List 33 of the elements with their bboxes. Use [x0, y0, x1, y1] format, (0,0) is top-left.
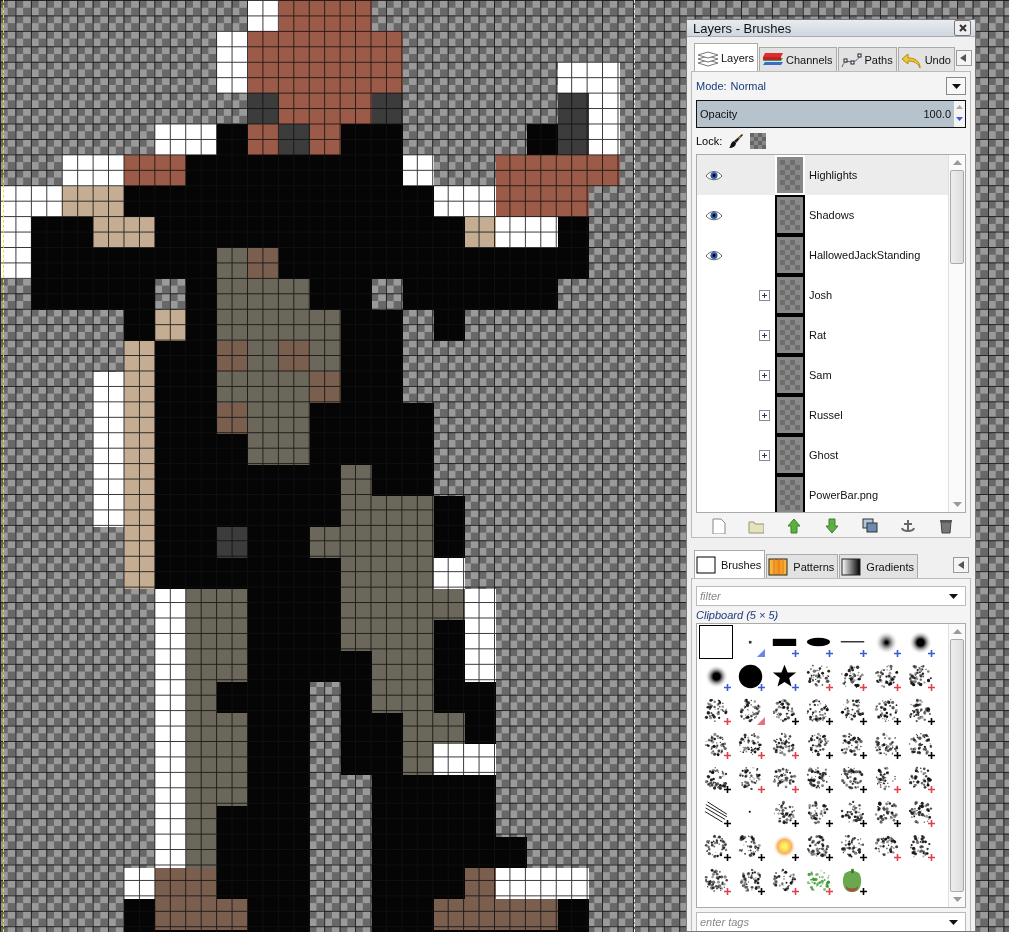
tab[interactable]: Patterns	[766, 554, 839, 578]
lock-label: Lock:	[696, 135, 723, 147]
layer-name: Sam	[809, 369, 832, 381]
layer-row[interactable]: Rat	[697, 315, 948, 355]
tab[interactable]: Paths	[837, 47, 897, 71]
layer-row[interactable]: Ghost	[697, 435, 948, 475]
layer-row[interactable]: Shadows	[697, 195, 948, 235]
opacity-value: 100.0	[923, 108, 951, 120]
opacity-slider[interactable]: Opacity 100.0	[696, 100, 966, 128]
layer-name: HallowedJackStanding	[809, 249, 921, 261]
layer-row[interactable]: Russel	[697, 395, 948, 435]
tab[interactable]: Gradients	[839, 554, 919, 578]
layer-row[interactable]: Highlights	[697, 155, 948, 195]
tab[interactable]: Layers	[694, 43, 759, 71]
mode-label: Mode:	[696, 80, 727, 92]
window-title: Layers - Brushes	[693, 20, 793, 36]
layer-row[interactable]: Sam	[697, 355, 948, 395]
layer-name: Highlights	[809, 169, 858, 181]
layer-row[interactable]: Josh	[697, 275, 948, 315]
layer-name: Rat	[809, 329, 827, 341]
layer-name: PowerBar.png	[809, 489, 879, 501]
opacity-label: Opacity	[700, 108, 738, 120]
tab[interactable]: Brushes	[694, 550, 766, 578]
layer-name: Russel	[809, 409, 843, 421]
layer-row[interactable]: HallowedJackStanding	[697, 235, 948, 275]
layer-name: Josh	[809, 289, 833, 301]
layer-name: Shadows	[809, 209, 855, 221]
tab[interactable]: Channels	[759, 47, 837, 71]
brush-name-label: Clipboard (5 × 5)	[696, 608, 780, 623]
mode-value: Normal	[730, 80, 767, 92]
layer-name: Ghost	[809, 449, 839, 461]
tab[interactable]: Undo	[897, 47, 955, 71]
layer-row[interactable]: PowerBar.png	[697, 475, 948, 512]
